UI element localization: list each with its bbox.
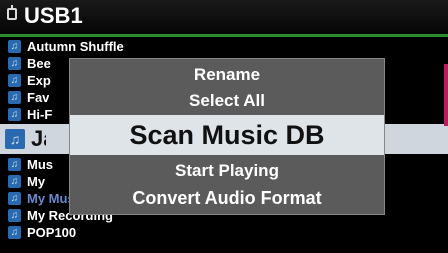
menu-item-select-all[interactable]: Select All <box>70 89 384 113</box>
music-folder-icon: ♫ <box>8 91 21 104</box>
list-item-label: Fav <box>27 90 50 105</box>
music-folder-icon: ♫ <box>8 57 21 70</box>
list-item-label: Exp <box>27 73 51 88</box>
music-folder-icon: ♫ <box>8 226 21 239</box>
menu-item-start-playing[interactable]: Start Playing <box>70 159 384 183</box>
menu-item-rename[interactable]: Rename <box>70 63 384 87</box>
menu-item-convert-audio-format[interactable]: Convert Audio Format <box>70 185 384 211</box>
list-item-label: Bee <box>27 56 51 71</box>
list-item-label: POP100 <box>27 225 77 240</box>
music-folder-icon: ♫ <box>8 192 21 205</box>
music-folder-icon: ♫ <box>8 40 21 53</box>
usb-icon <box>7 5 17 20</box>
music-folder-icon: ♫ <box>8 175 21 188</box>
music-folder-icon: ♫ <box>5 129 25 149</box>
menu-item-scan-music-db[interactable]: Scan Music DB <box>70 115 384 155</box>
list-item-label: My <box>27 174 46 189</box>
header-bar: USB1 <box>0 0 448 34</box>
page-title: USB1 <box>24 3 83 28</box>
music-folder-icon: ♫ <box>8 108 21 121</box>
music-folder-icon: ♫ <box>8 74 21 87</box>
list-item[interactable]: ♫ Autumn Shuffle <box>0 38 448 55</box>
list-item[interactable]: ♫ POP100 <box>0 224 448 241</box>
context-menu: Rename Select All Scan Music DB Start Pl… <box>69 58 385 215</box>
list-item-label: Jaz <box>31 126 46 151</box>
list-item-label: Hi-F <box>27 107 53 122</box>
header-divider <box>0 34 448 37</box>
list-item-label: Mus <box>27 157 53 172</box>
music-folder-icon: ♫ <box>8 209 21 222</box>
music-folder-icon: ♫ <box>8 158 21 171</box>
list-item-label: Autumn Shuffle <box>27 39 124 54</box>
scroll-accent <box>444 64 448 126</box>
